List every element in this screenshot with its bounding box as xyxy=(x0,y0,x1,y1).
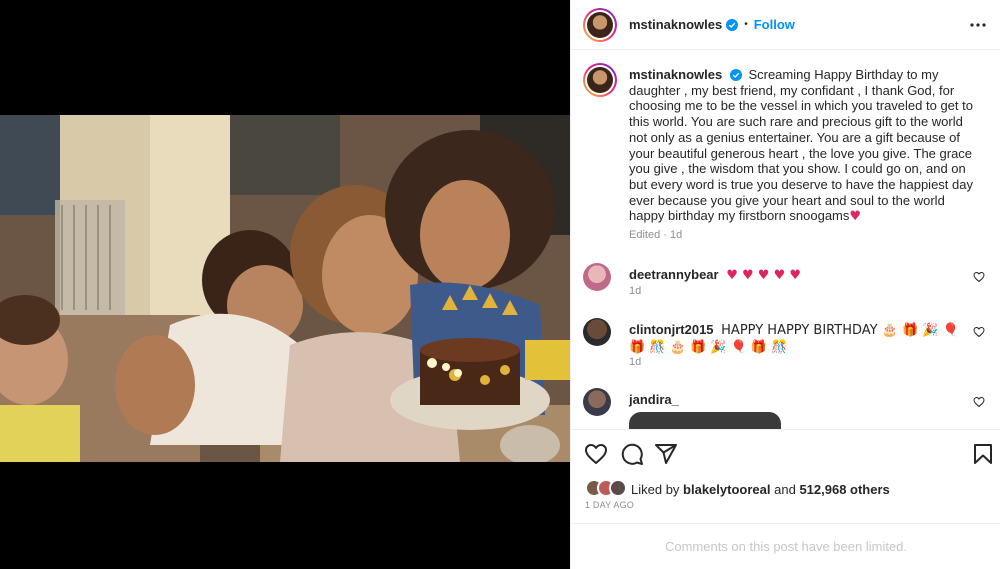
comment-body: deetrannybear ♥ ♥ ♥ ♥ ♥ xyxy=(629,267,969,284)
post-timestamp[interactable]: 1 DAY AGO xyxy=(585,500,634,510)
comments-limited-notice: Comments on this post have been limited. xyxy=(571,523,1000,569)
commenter-username[interactable]: jandira_ xyxy=(629,392,679,407)
comment-time: 1d xyxy=(629,356,642,368)
likes-summary: Liked by blakelytooreal and 512,968 othe… xyxy=(585,479,890,499)
more-options-icon[interactable] xyxy=(969,16,987,34)
header-separator: • xyxy=(744,19,748,30)
like-comment-heart-icon[interactable] xyxy=(973,271,985,283)
liked-by-user[interactable]: blakelytooreal xyxy=(683,482,770,497)
caption-meta: Edited · 1d xyxy=(629,229,683,241)
comment-time: 1d xyxy=(629,285,642,297)
share-icon[interactable] xyxy=(654,442,678,466)
likes-conjunction: and xyxy=(774,481,796,497)
follow-button[interactable]: Follow xyxy=(754,17,795,32)
post-panel: mstinaknowles • Follow mstinaknowles Scr… xyxy=(570,0,1000,569)
photo-illustration xyxy=(0,115,570,462)
caption-username[interactable]: mstinaknowles xyxy=(629,67,722,82)
author-avatar[interactable] xyxy=(583,7,617,42)
post-header: mstinaknowles • Follow xyxy=(571,0,1000,50)
likes-count[interactable]: 512,968 others xyxy=(799,482,889,497)
caption: mstinaknowles Screaming Happy Birthday t… xyxy=(629,67,974,225)
author-username[interactable]: mstinaknowles xyxy=(629,17,722,32)
commenter-avatar[interactable] xyxy=(583,318,611,346)
comment-text: ♥ ♥ ♥ ♥ ♥ xyxy=(726,268,802,283)
caption-author-avatar[interactable] xyxy=(583,63,617,97)
commenter-username[interactable]: clintonjrt2015 xyxy=(629,322,714,337)
commenter-avatar[interactable] xyxy=(583,388,611,416)
post-photo[interactable] xyxy=(0,115,570,462)
comments-scroll-area[interactable]: mstinaknowles Screaming Happy Birthday t… xyxy=(571,51,1000,429)
commenter-avatar[interactable] xyxy=(583,263,611,291)
liker-avatars[interactable] xyxy=(585,479,629,499)
comment-body: clintonjrt2015 HAPPY HAPPY BIRTHDAY 🎂 🎁 … xyxy=(629,322,969,356)
comment-image-preview[interactable] xyxy=(629,412,781,429)
verified-badge-icon xyxy=(729,69,742,81)
caption-block xyxy=(583,63,617,97)
verified-badge-icon xyxy=(726,18,739,31)
like-comment-heart-icon[interactable] xyxy=(973,396,985,408)
comment-icon[interactable] xyxy=(620,442,644,466)
bookmark-icon[interactable] xyxy=(971,442,995,466)
post-media[interactable] xyxy=(0,0,570,569)
likes-prefix: Liked by xyxy=(631,481,680,497)
likes-text: Liked by blakelytooreal and 512,968 othe… xyxy=(631,482,890,497)
like-comment-heart-icon[interactable] xyxy=(973,326,985,338)
caption-heart-emoji: ♥ xyxy=(849,209,862,225)
heart-icon[interactable] xyxy=(584,442,608,466)
caption-text: Screaming Happy Birthday to my daughter … xyxy=(629,67,973,224)
post-actions: Liked by blakelytooreal and 512,968 othe… xyxy=(571,429,1000,523)
comment-body: jandira_ xyxy=(629,392,969,408)
commenter-username[interactable]: deetrannybear xyxy=(629,267,719,282)
